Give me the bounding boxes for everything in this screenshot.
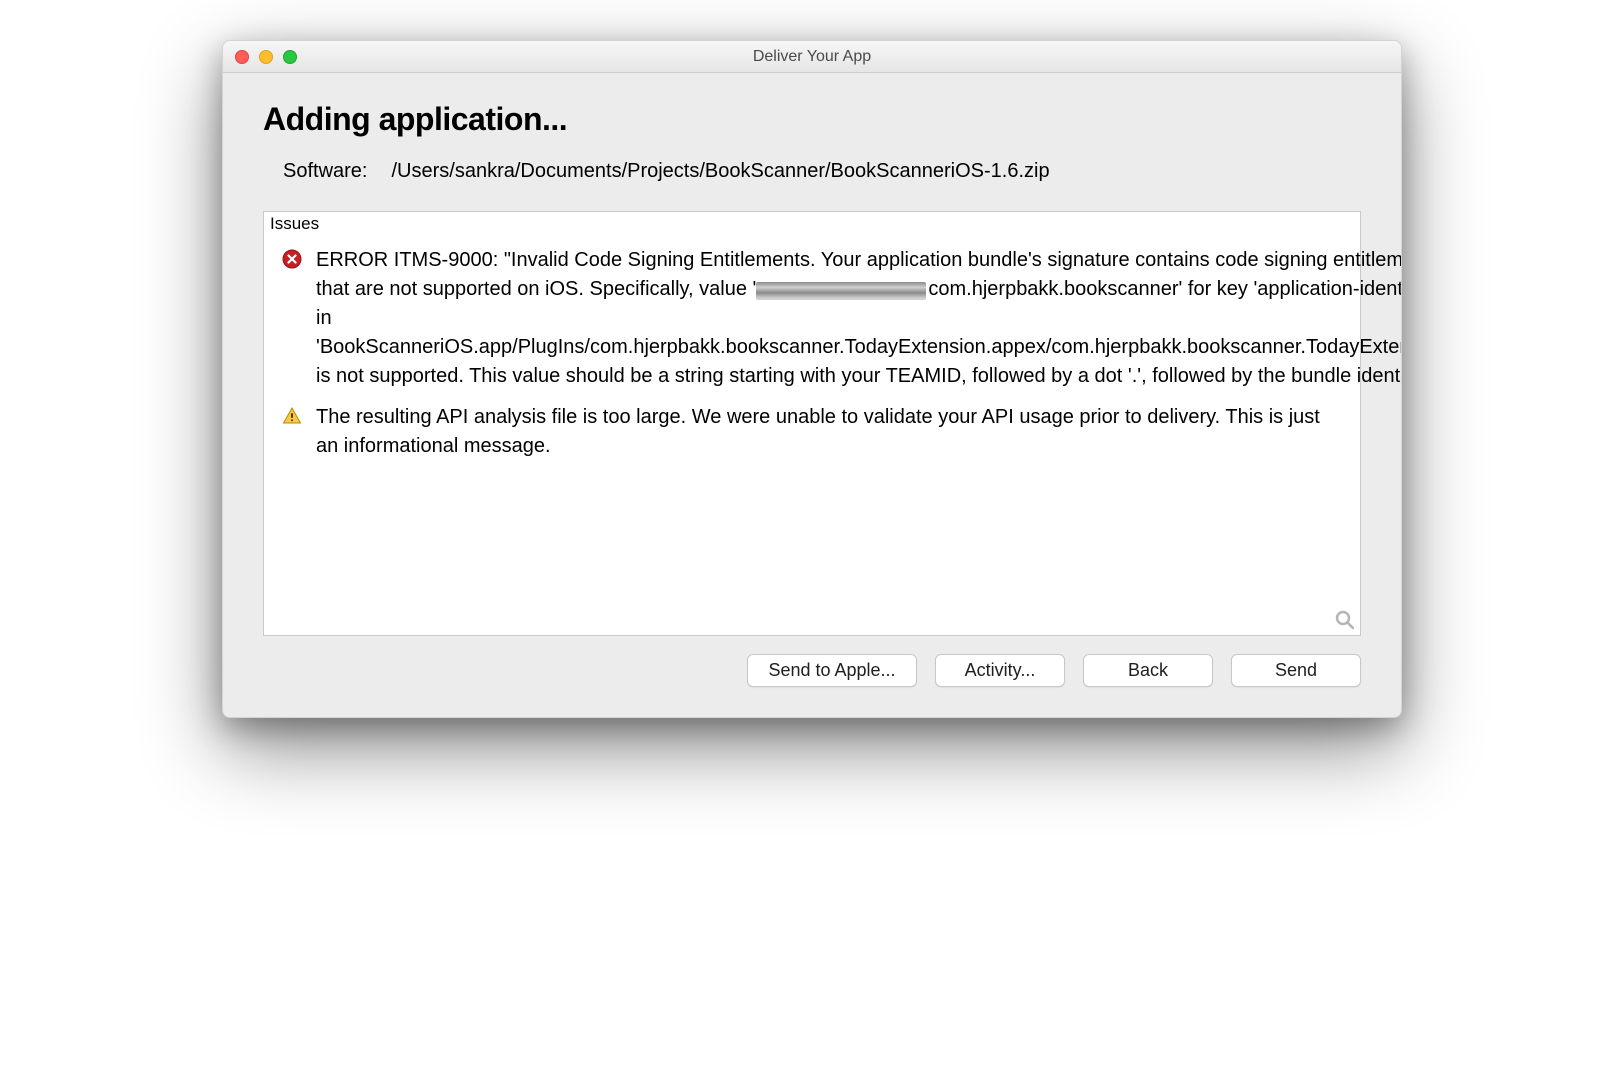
- zoom-icon[interactable]: [283, 50, 297, 64]
- activity-button[interactable]: Activity...: [935, 654, 1065, 687]
- error-icon: [280, 246, 304, 391]
- minimize-icon[interactable]: [259, 50, 273, 64]
- button-row: Send to Apple... Activity... Back Send: [263, 636, 1361, 697]
- app-window: Deliver Your App Adding application... S…: [222, 40, 1402, 718]
- warning-icon: [280, 403, 304, 461]
- titlebar: Deliver Your App: [223, 41, 1401, 73]
- issues-header: Issues: [264, 212, 1360, 236]
- issues-panel: Issues ERROR ITMS-9000: "Invalid Code Si…: [263, 211, 1361, 636]
- redacted-segment: [756, 282, 926, 300]
- content-area: Adding application... Software: /Users/s…: [223, 73, 1401, 717]
- software-row: Software: /Users/sankra/Documents/Projec…: [263, 160, 1361, 183]
- send-button[interactable]: Send: [1231, 654, 1361, 687]
- software-path: /Users/sankra/Documents/Projects/BookSca…: [391, 160, 1049, 183]
- issues-list: ERROR ITMS-9000: "Invalid Code Signing E…: [264, 236, 1360, 475]
- issue-row: ERROR ITMS-9000: "Invalid Code Signing E…: [280, 240, 1344, 397]
- window-title: Deliver Your App: [223, 48, 1401, 66]
- issue-text: The resulting API analysis file is too l…: [316, 403, 1344, 461]
- back-button[interactable]: Back: [1083, 654, 1213, 687]
- close-icon[interactable]: [235, 50, 249, 64]
- search-icon[interactable]: [1334, 609, 1356, 631]
- page-heading: Adding application...: [263, 101, 1361, 138]
- software-label: Software:: [283, 160, 367, 183]
- issue-text: ERROR ITMS-9000: "Invalid Code Signing E…: [316, 246, 1402, 391]
- send-to-apple-button[interactable]: Send to Apple...: [747, 654, 917, 687]
- traffic-lights: [223, 50, 297, 64]
- issue-row: The resulting API analysis file is too l…: [280, 397, 1344, 467]
